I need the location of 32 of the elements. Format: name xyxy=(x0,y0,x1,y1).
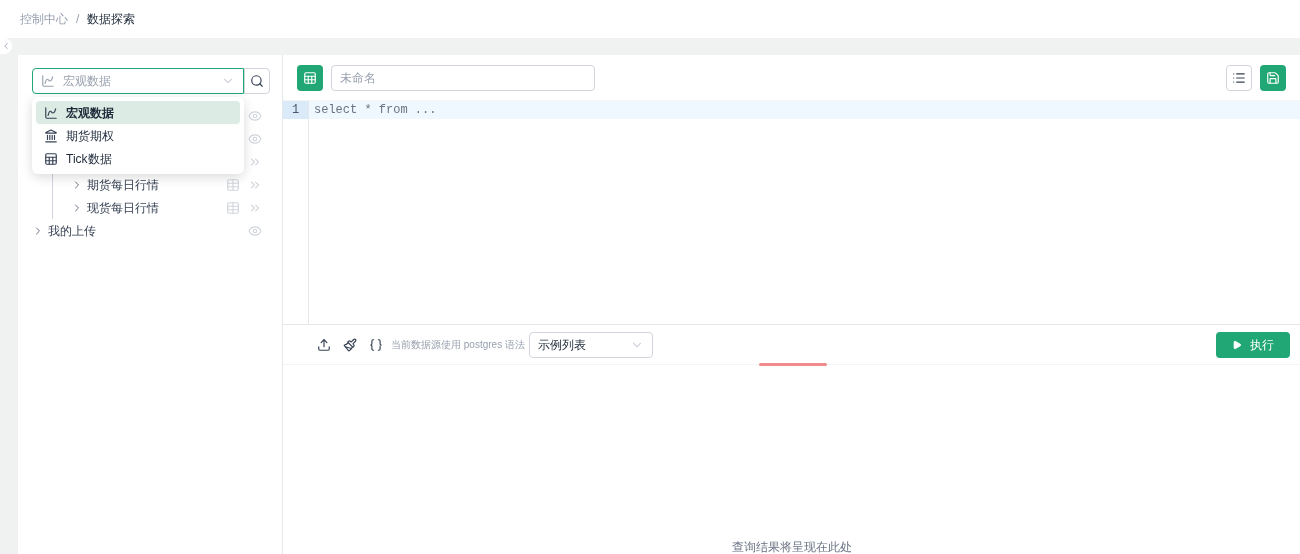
tree-item[interactable]: 期货每日行情 xyxy=(87,175,159,194)
tree-item[interactable]: 我的上传 xyxy=(48,221,96,240)
table-icon[interactable] xyxy=(226,200,240,215)
save-icon xyxy=(1266,70,1280,85)
menu-item[interactable]: Tick数据 xyxy=(36,147,240,170)
braces-icon[interactable] xyxy=(369,337,383,352)
breadcrumb-item[interactable]: 数据探索 xyxy=(87,10,136,28)
menu-item[interactable]: 期货期权 xyxy=(36,124,240,147)
collapse-button[interactable] xyxy=(0,38,12,54)
syntax-hint: 当前数据源使用 postgres 语法 xyxy=(391,338,525,352)
search-icon xyxy=(250,74,264,88)
eye-icon[interactable] xyxy=(248,108,262,123)
eye-icon[interactable] xyxy=(248,223,262,238)
save-button[interactable] xyxy=(1260,64,1286,91)
breadcrumb-separator: / xyxy=(76,11,80,28)
table-button[interactable] xyxy=(297,64,323,91)
resize-handle[interactable] xyxy=(759,363,827,366)
upload-icon[interactable] xyxy=(317,337,331,352)
name-field[interactable]: 未命名 xyxy=(331,64,595,91)
chevron-left-icon xyxy=(1,41,11,51)
empty-results-text: 查询结果将呈现在此处 xyxy=(731,539,852,554)
example-select[interactable]: 示例列表 xyxy=(528,331,653,358)
tree-item[interactable]: 现货每日行情 xyxy=(87,198,159,217)
menu-item[interactable]: 宏观数据 xyxy=(36,101,240,124)
line-number: 1 xyxy=(283,101,308,119)
bank-icon xyxy=(44,128,58,143)
list-button[interactable] xyxy=(1226,64,1252,91)
search-button[interactable] xyxy=(244,68,270,94)
table-icon xyxy=(303,70,317,85)
table-icon[interactable] xyxy=(226,177,240,192)
play-icon xyxy=(1232,339,1242,350)
eye-icon[interactable] xyxy=(248,131,262,146)
